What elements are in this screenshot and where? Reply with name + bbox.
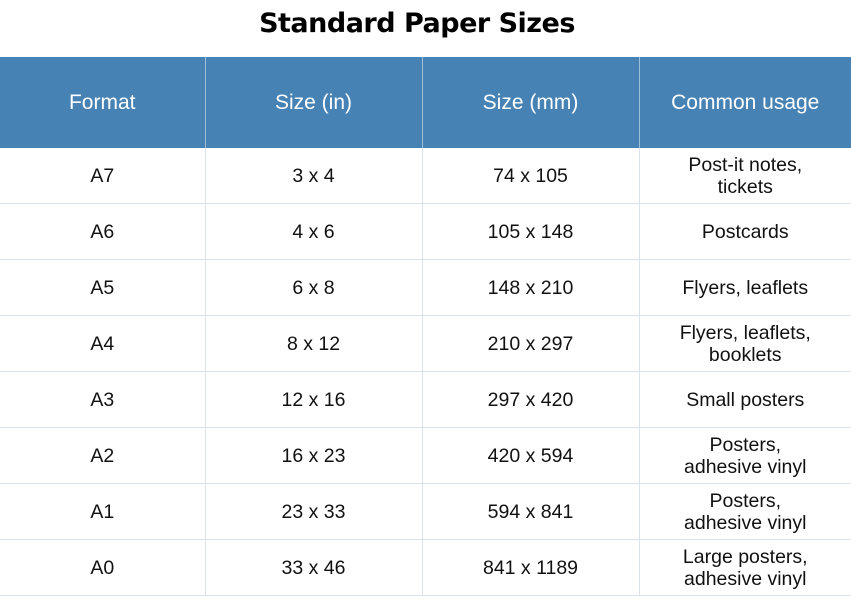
- cell-format: A3: [0, 371, 205, 428]
- usage-line: tickets: [717, 175, 773, 198]
- table-row: A1 23 x 33 594 x 841 Posters, adhesive vinyl: [0, 483, 851, 540]
- usage-line: Posters,: [709, 433, 782, 456]
- cell-format: A1: [0, 483, 205, 540]
- cell-size-mm: 210 x 297: [421, 315, 639, 372]
- cell-format: A6: [0, 203, 205, 260]
- cell-format: A2: [0, 427, 205, 484]
- cell-size-mm: 105 x 148: [421, 203, 639, 260]
- cell-common-usage: Flyers, leaflets, booklets: [638, 315, 851, 372]
- usage-line: Post-it notes,: [688, 153, 803, 176]
- cell-common-usage: Flyers, leaflets: [638, 259, 851, 316]
- usage-line: Postcards: [701, 220, 789, 243]
- header-common-usage: Common usage: [638, 57, 851, 148]
- cell-common-usage: Large posters, adhesive vinyl: [638, 539, 851, 596]
- usage-line: adhesive vinyl: [684, 567, 807, 590]
- cell-format: A7: [0, 148, 205, 204]
- table-row: A6 4 x 6 105 x 148 Postcards: [0, 203, 851, 260]
- cell-size-in: 23 x 33: [204, 483, 422, 540]
- cell-size-mm: 297 x 420: [421, 371, 639, 428]
- cell-size-mm: 594 x 841: [421, 483, 639, 540]
- usage-line: adhesive vinyl: [684, 511, 807, 534]
- cell-size-mm: 74 x 105: [421, 148, 639, 204]
- header-size-mm: Size (mm): [421, 57, 639, 148]
- cell-size-in: 8 x 12: [204, 315, 422, 372]
- page-title: Standard Paper Sizes: [259, 8, 575, 39]
- paper-sizes-table: Format Size (in) Size (mm) Common usage …: [0, 57, 851, 596]
- usage-line: Flyers, leaflets,: [679, 321, 811, 344]
- cell-size-in: 33 x 46: [204, 539, 422, 596]
- cell-size-in: 4 x 6: [204, 203, 422, 260]
- cell-common-usage: Postcards: [638, 203, 851, 260]
- cell-size-in: 6 x 8: [204, 259, 422, 316]
- cell-format: A4: [0, 315, 205, 372]
- usage-line: booklets: [708, 343, 782, 366]
- table-row: A2 16 x 23 420 x 594 Posters, adhesive vinyl: [0, 427, 851, 484]
- usage-line: Posters,: [709, 489, 782, 512]
- usage-line: adhesive vinyl: [684, 455, 807, 478]
- table-row: A3 12 x 16 297 x 420 Small posters: [0, 371, 851, 428]
- cell-size-mm: 420 x 594: [421, 427, 639, 484]
- table-row: A5 6 x 8 148 x 210 Flyers, leaflets: [0, 259, 851, 316]
- table-row: A7 3 x 4 74 x 105 Post-it notes, tickets: [0, 148, 851, 204]
- cell-size-mm: 841 x 1189: [421, 539, 639, 596]
- cell-size-in: 3 x 4: [204, 148, 422, 204]
- cell-common-usage: Post-it notes, tickets: [638, 148, 851, 204]
- header-row: Format Size (in) Size (mm) Common usage: [0, 57, 851, 148]
- usage-line: Flyers, leaflets: [682, 276, 809, 299]
- cell-common-usage: Small posters: [638, 371, 851, 428]
- header-size-in: Size (in): [204, 57, 422, 148]
- table-row: A0 33 x 46 841 x 1189 Large posters, adhesiv…: [0, 539, 851, 596]
- table-row: A4 8 x 12 210 x 297 Flyers, leaflets, bookle…: [0, 315, 851, 372]
- cell-common-usage: Posters, adhesive vinyl: [638, 483, 851, 540]
- cell-format: A5: [0, 259, 205, 316]
- usage-line: Large posters,: [682, 545, 808, 568]
- cell-size-in: 16 x 23: [204, 427, 422, 484]
- header-format: Format: [0, 57, 205, 148]
- cell-common-usage: Posters, adhesive vinyl: [638, 427, 851, 484]
- cell-format: A0: [0, 539, 205, 596]
- usage-line: Small posters: [686, 388, 805, 411]
- cell-size-mm: 148 x 210: [421, 259, 639, 316]
- cell-size-in: 12 x 16: [204, 371, 422, 428]
